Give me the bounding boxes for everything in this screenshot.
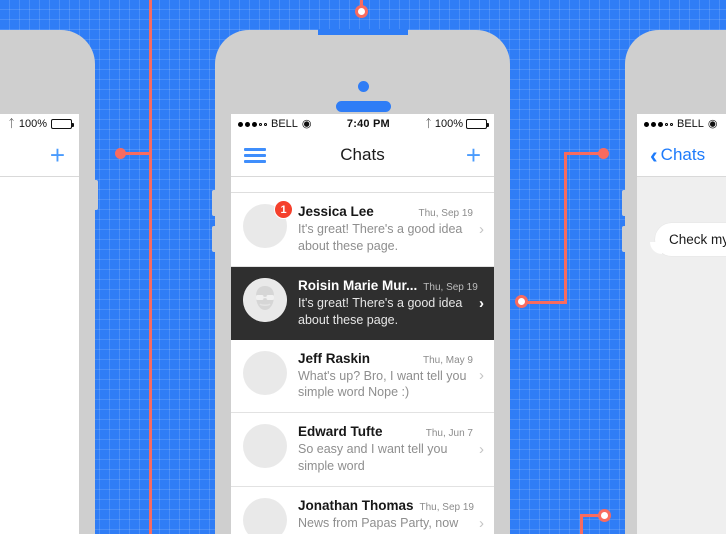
avatar [243, 350, 287, 395]
contact-name: Jessica Lee [298, 204, 374, 219]
table-row[interactable]: Roisin Marie Mur... Thu, Sep 19 It's gre… [231, 266, 494, 340]
battery-percent: 100% [434, 118, 463, 130]
status-bar-left: ᛏ 100% [0, 114, 79, 134]
wifi-icon: ◉ [301, 117, 312, 130]
connector-line-left-vertical [149, 0, 152, 534]
earpiece-speaker-icon [335, 101, 391, 112]
nav-bar-middle: Chats + [231, 134, 494, 177]
contact-name: Jonathan Thomas [298, 498, 414, 513]
connector-endpoint-left[interactable] [115, 148, 126, 159]
avatar [243, 277, 287, 322]
phone-middle-top-notch [317, 29, 408, 35]
unread-badge: 1 [274, 200, 293, 219]
bluetooth-icon: ᛏ [8, 118, 15, 130]
design-canvas: ᛏ 100% + e top right ting! n users who p… [0, 0, 726, 534]
chat-timestamp: Th [637, 187, 726, 197]
chat-list: 1 Jessica Lee Thu, Sep 19 It's great! Th… [231, 193, 494, 534]
back-button-label: Chats [660, 145, 706, 164]
back-button[interactable]: ‹ Chats [650, 141, 706, 168]
chevron-right-icon: › [479, 514, 484, 532]
message-date: Thu, May 9 [422, 354, 473, 366]
message-preview: It's great! There's a good idea about th… [298, 222, 463, 253]
blank-avatar-icon [243, 424, 287, 469]
table-row[interactable]: Edward Tufte Thu, Jun 7 So easy and I wa… [231, 413, 494, 487]
hamburger-menu-icon[interactable] [244, 147, 266, 163]
chevron-left-icon: ‹ [650, 141, 658, 168]
connector-line-right-bottom-horizontal [522, 301, 567, 304]
phone-frame-middle: BELL ◉ 7:40 PM ᛏ 100% Chats + 1 Jessica … [212, 29, 510, 534]
screen-right: BELL ◉ ‹ Chats Th Check my [637, 114, 726, 534]
bearded-sunglasses-avatar-icon [243, 277, 287, 322]
table-row[interactable]: Jeff Raskin Thu, May 9 What's up? Bro, I… [231, 339, 494, 414]
front-camera-icon [357, 81, 369, 92]
signal-strength-icon [644, 121, 673, 127]
connector-endpoint-right-lower[interactable] [515, 295, 528, 308]
message-preview: What's up? Bro, I want tell you simple w… [298, 368, 467, 400]
chat-bubble-incoming: Check my [649, 223, 726, 256]
avatar: 1 [243, 200, 293, 248]
bluetooth-icon: ᛏ [425, 118, 432, 130]
message-date: Thu, Sep 19 [419, 502, 474, 513]
connector-line-bottom-right-vertical [580, 516, 583, 534]
message-date: Thu, Jun 7 [425, 428, 473, 440]
status-bar-middle: BELL ◉ 7:40 PM ᛏ 100% [231, 114, 494, 134]
phone-middle-side-button-upper [212, 190, 215, 216]
message-preview: News from Papas Party, now we're out [298, 516, 459, 534]
chat-thread: Th Check my [637, 177, 726, 534]
plus-icon[interactable]: + [50, 142, 65, 168]
phone-right-side-button-lower [622, 226, 625, 252]
message-date: Thu, Sep 19 [423, 281, 478, 293]
chevron-right-icon: › [479, 367, 484, 385]
connector-endpoint-right-upper[interactable] [598, 148, 609, 159]
contact-name: Jeff Raskin [298, 350, 371, 366]
connector-endpoint-bottom-right[interactable] [598, 509, 611, 522]
chevron-right-icon: › [479, 220, 484, 238]
nav-bar-right: ‹ Chats [637, 134, 726, 177]
battery-icon [466, 119, 489, 129]
avatar [243, 424, 287, 469]
phone-right-side-button-upper [622, 190, 625, 216]
chevron-right-icon: › [479, 294, 484, 312]
phone-frame-left: ᛏ 100% + e top right ting! n users who p… [0, 30, 98, 534]
plus-icon[interactable]: + [466, 142, 481, 168]
contact-name: Edward Tufte [298, 424, 383, 440]
battery-percent-left: 100% [18, 118, 47, 130]
chevron-right-icon: › [479, 441, 484, 459]
avatar [243, 498, 287, 534]
status-bar-time: 7:40 PM [346, 118, 390, 130]
screen-left: ᛏ 100% + e top right ting! n users who p… [0, 114, 79, 534]
nav-bar-left: + [0, 134, 79, 177]
status-bar-right: BELL ◉ [637, 114, 726, 134]
message-preview: So easy and I want tell you simple word [298, 442, 448, 474]
left-phone-body-text: e top right ting! n users who pplication… [0, 177, 79, 298]
phone-middle-side-button-lower [212, 226, 215, 252]
message-date: Thu, Sep 19 [418, 208, 473, 219]
connector-line-right-vertical [564, 152, 567, 304]
carrier-label: BELL [271, 118, 298, 130]
page-title: Chats [340, 145, 385, 164]
phone-frame-right: BELL ◉ ‹ Chats Th Check my [622, 30, 726, 534]
contact-name: Roisin Marie Mur... [298, 277, 418, 293]
message-preview: It's great! There's a good idea about th… [298, 295, 463, 327]
connector-endpoint-top[interactable] [355, 5, 368, 18]
blank-avatar-icon [243, 350, 287, 395]
wifi-icon: ◉ [707, 117, 718, 130]
battery-icon-left [51, 119, 74, 129]
blank-avatar-icon [243, 498, 287, 534]
screen-middle: BELL ◉ 7:40 PM ᛏ 100% Chats + 1 Jessica … [231, 114, 494, 534]
phone-left-side-button [95, 180, 98, 210]
table-row[interactable]: Jonathan Thomas Thu, Sep 19 News from Pa… [231, 487, 494, 534]
list-top-spacer [231, 177, 494, 193]
carrier-label: BELL [677, 118, 704, 130]
signal-strength-icon [238, 121, 267, 127]
table-row[interactable]: 1 Jessica Lee Thu, Sep 19 It's great! Th… [231, 193, 494, 267]
